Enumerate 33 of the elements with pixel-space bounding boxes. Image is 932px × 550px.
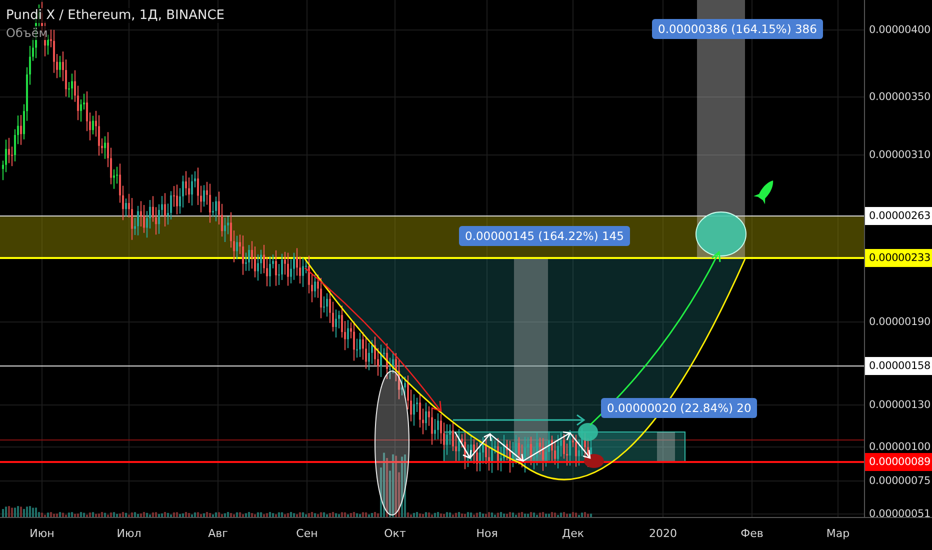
date-label: Ноя bbox=[476, 527, 498, 540]
price-label: 0.00000190 bbox=[868, 315, 932, 330]
price-label: 0.00000350 bbox=[868, 90, 932, 105]
date-label: 2020 bbox=[649, 527, 677, 540]
price-label: 0.00000310 bbox=[868, 148, 932, 163]
chart-area[interactable]: Pundi X / Ethereum, 1Д, BINANCE Объём 0.00000386 (164.15%) 386 0.00000145 (164.22%) 145 0.00000020 (22.84%) 20 bbox=[0, 0, 865, 518]
price-tag: 0.00000233 bbox=[865, 249, 932, 267]
price-tag: 0.00000089 bbox=[865, 453, 932, 471]
price-label: 0.00000130 bbox=[868, 398, 932, 413]
target-circle bbox=[696, 212, 746, 256]
date-label: Фев bbox=[740, 527, 764, 540]
date-label: Авг bbox=[208, 527, 228, 540]
date-label: Июн bbox=[30, 527, 54, 540]
measurement-label: 0.00000145 (164.22%) 145 bbox=[459, 226, 630, 246]
price-tag: 0.00000158 bbox=[865, 357, 932, 375]
rocket-icon bbox=[754, 180, 774, 204]
measurement-label: 0.00000386 (164.15%) 386 bbox=[652, 19, 823, 39]
measurement-label: 0.00000020 (22.84%) 20 bbox=[601, 398, 758, 418]
date-label: Окт bbox=[384, 527, 406, 540]
price-label: 0.00000400 bbox=[868, 23, 932, 38]
chart-title: Pundi X / Ethereum, 1Д, BINANCE bbox=[6, 8, 224, 23]
date-label: Дек bbox=[562, 527, 584, 540]
measure-bar bbox=[657, 432, 675, 462]
price-label: 0.00000100 bbox=[868, 440, 932, 455]
price-label: 0.00000051 bbox=[868, 507, 932, 522]
date-label: Мар bbox=[826, 527, 850, 540]
price-tag: 0.00000263 bbox=[865, 207, 932, 225]
target-circle bbox=[578, 423, 598, 441]
date-label: Июл bbox=[116, 527, 142, 540]
volume-label: Объём bbox=[6, 26, 48, 40]
price-label: 0.00000075 bbox=[868, 474, 932, 489]
stop-circle bbox=[584, 454, 604, 468]
date-label: Сен bbox=[296, 527, 318, 540]
